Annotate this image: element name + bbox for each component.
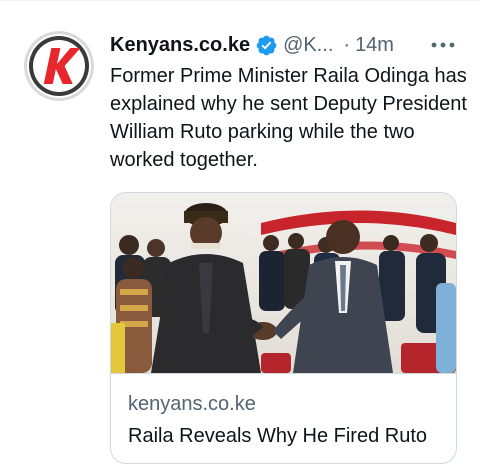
- tweet-timestamp[interactable]: 14m: [355, 34, 394, 57]
- link-preview-card[interactable]: kenyans.co.ke Raila Reveals Why He Fired…: [110, 192, 457, 464]
- tweet-text: Former Prime Minister Raila Odinga has e…: [110, 65, 467, 171]
- link-card-domain: kenyans.co.ke: [128, 393, 256, 415]
- separator-dot: ·: [343, 33, 351, 56]
- more-options-icon[interactable]: [430, 36, 456, 54]
- verified-badge-icon: [255, 34, 278, 57]
- author-handle[interactable]: @K...: [283, 34, 333, 57]
- link-card-title[interactable]: Raila Reveals Why He Fired Ruto: [128, 425, 427, 448]
- avatar[interactable]: [24, 31, 94, 101]
- tweet-header: Kenyans.co.ke @K... · 14m: [110, 30, 460, 60]
- top-divider: [0, 0, 480, 1]
- author-display-name[interactable]: Kenyans.co.ke: [110, 34, 250, 57]
- kenyans-logo-icon: [24, 31, 94, 101]
- link-card-image: [111, 193, 456, 374]
